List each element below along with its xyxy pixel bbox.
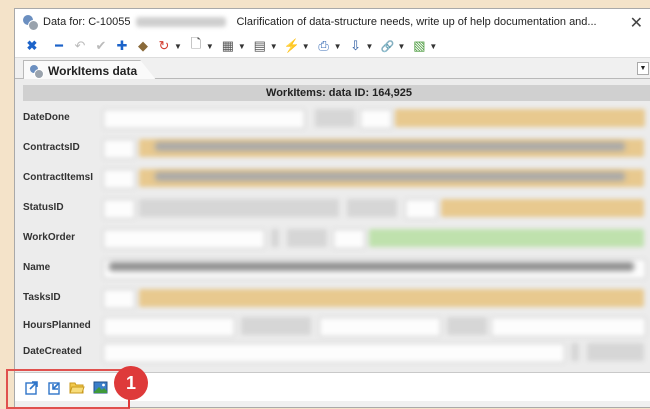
link-icon[interactable]: 🔗 <box>378 37 396 55</box>
eraser-icon[interactable]: ◆ <box>134 37 152 55</box>
field-row-name: Name <box>15 257 650 279</box>
undo-icon[interactable]: ↶ <box>71 37 89 55</box>
action-icon[interactable]: ⚡ <box>283 37 301 55</box>
field-row-datedone: DateDone <box>15 107 650 129</box>
delete-icon[interactable]: ✖ <box>23 37 41 55</box>
blurred-label <box>587 343 644 361</box>
blurred-contract-item-text <box>155 172 625 181</box>
field-row-contractsid: ContractsID <box>15 137 650 159</box>
blurred-label <box>241 317 311 335</box>
tab-strip: WorkItems data ▼ <box>15 58 650 80</box>
statusid-view-button[interactable] <box>103 199 135 219</box>
field-label: Name <box>23 262 51 273</box>
print-icon[interactable]: ⎙ <box>315 37 333 55</box>
field-label: TasksID <box>23 292 61 303</box>
workorder-spinner[interactable] <box>271 229 279 247</box>
blurred-name-text <box>109 262 634 271</box>
remove-icon[interactable]: ━ <box>50 37 68 55</box>
workorder-lookup-field[interactable] <box>369 229 644 247</box>
blurred-view-button[interactable] <box>333 229 365 249</box>
refresh-icon[interactable]: ↻ <box>155 37 173 55</box>
field-label: HoursPlanned <box>23 320 91 331</box>
step-badge: 1 <box>114 366 148 400</box>
status-lookup-field[interactable] <box>441 199 644 217</box>
contractsid-view-button[interactable] <box>103 139 135 159</box>
form-content: WorkItems: data ID: 164,925 DateDone Con… <box>15 79 650 372</box>
data-window: Data for: C-10055 Clarification of data-… <box>14 8 650 408</box>
redacted-title-text <box>136 17 227 27</box>
form-dropdown-icon[interactable]: ▼ <box>270 42 278 51</box>
section-header: WorkItems: data ID: 164,925 <box>23 85 650 101</box>
contractitemsid-view-button[interactable] <box>103 169 135 189</box>
window-title-description: Clarification of data-structure needs, w… <box>236 16 597 28</box>
table-icon[interactable]: ▦ <box>219 37 237 55</box>
datecreated-spinner[interactable] <box>571 343 579 361</box>
map-icon[interactable]: ▧ <box>410 37 428 55</box>
new-document-icon[interactable]: 🗋 <box>187 36 205 55</box>
blurred-label <box>287 229 327 247</box>
tab-scroll-button[interactable]: ▼ <box>637 62 649 75</box>
document-dropdown-icon[interactable]: ▼ <box>206 42 214 51</box>
datedone-lookup-field[interactable] <box>395 109 645 127</box>
hoursplanned-input[interactable] <box>103 317 235 337</box>
field-label: StatusID <box>23 202 64 213</box>
print-dropdown-icon[interactable]: ▼ <box>334 42 342 51</box>
download-icon[interactable]: ⇩ <box>347 37 365 55</box>
blurred-label <box>315 109 355 127</box>
tasksid-lookup-field[interactable] <box>139 289 644 307</box>
blurred-input[interactable] <box>360 109 392 129</box>
blurred-label <box>447 317 487 335</box>
form-icon[interactable]: ▤ <box>251 37 269 55</box>
tab-workitems-data[interactable]: WorkItems data <box>23 60 157 80</box>
field-label: DateDone <box>23 112 70 123</box>
blurred-label <box>347 199 397 217</box>
close-button[interactable]: ✕ <box>630 13 643 33</box>
field-row-datecreated: DateCreated <box>15 341 650 363</box>
window-title-prefix: Data for: C-10055 <box>43 16 131 28</box>
blurred-input[interactable] <box>319 317 441 337</box>
field-row-contractitemsid: ContractItemsI <box>15 167 650 189</box>
datecreated-input[interactable] <box>103 343 565 363</box>
field-label: DateCreated <box>23 346 82 357</box>
field-row-workorder: WorkOrder <box>15 227 650 249</box>
app-icon <box>23 15 39 31</box>
blurred-contract-text <box>155 142 625 151</box>
title-bar: Data for: C-10055 Clarification of data-… <box>15 9 650 35</box>
map-dropdown-icon[interactable]: ▼ <box>429 42 437 51</box>
field-label: ContractsID <box>23 142 80 153</box>
tasksid-view-button[interactable] <box>103 289 135 309</box>
blurred-view-button[interactable] <box>405 199 437 219</box>
blurred-input[interactable] <box>491 317 646 337</box>
statusid-dropdown[interactable] <box>139 199 339 217</box>
link-dropdown-icon[interactable]: ▼ <box>397 42 405 51</box>
field-row-statusid: StatusID <box>15 197 650 219</box>
field-row-tasksid: TasksID <box>15 287 650 309</box>
datedone-input[interactable] <box>103 109 305 129</box>
field-row-hoursplanned: HoursPlanned <box>15 315 650 337</box>
tab-label: WorkItems data <box>48 63 138 78</box>
field-label: WorkOrder <box>23 232 76 243</box>
highlight-box <box>6 369 130 409</box>
field-label: ContractItemsI <box>23 172 94 183</box>
checkmark-icon[interactable]: ✔ <box>92 37 110 55</box>
refresh-dropdown-icon[interactable]: ▼ <box>174 42 182 51</box>
table-dropdown-icon[interactable]: ▼ <box>238 42 246 51</box>
workitems-icon <box>30 64 44 79</box>
add-icon[interactable]: ✚ <box>113 37 131 55</box>
workorder-input[interactable] <box>103 229 265 249</box>
toolbar: ✖ ━ ↶ ✔ ✚ ◆ ↻ ▼ 🗋 ▼ ▦ ▼ ▤ ▼ ⚡ ▼ ⎙ ▼ ⇩ ▼ … <box>15 35 650 58</box>
download-dropdown-icon[interactable]: ▼ <box>366 42 374 51</box>
action-dropdown-icon[interactable]: ▼ <box>302 42 310 51</box>
